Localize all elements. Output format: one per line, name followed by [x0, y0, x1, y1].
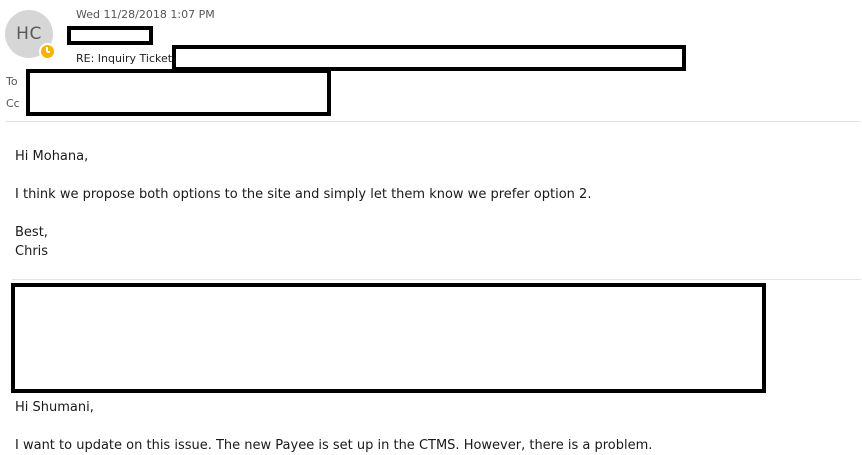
reply-signature: Chris	[15, 244, 49, 259]
quote-divider	[12, 279, 861, 280]
quoted-paragraph: I want to update on this issue. The new …	[15, 438, 653, 453]
header-divider	[6, 121, 861, 122]
cc-label: Cc	[6, 97, 20, 110]
message-subject: RE: Inquiry Ticket -	[76, 52, 180, 65]
reply-greeting: Hi Mohana,	[15, 149, 89, 164]
redacted-sender-name	[67, 26, 153, 45]
presence-away-icon	[39, 43, 56, 60]
quoted-greeting: Hi Shumani,	[15, 400, 94, 415]
reply-paragraph: I think we propose both options to the s…	[15, 187, 592, 202]
to-label: To	[6, 75, 18, 88]
redacted-recipients	[26, 69, 331, 116]
message-date: Wed 11/28/2018 1:07 PM	[76, 8, 215, 21]
redacted-quoted-header	[11, 283, 766, 393]
redacted-subject	[172, 45, 686, 71]
reply-closing: Best,	[15, 225, 48, 240]
